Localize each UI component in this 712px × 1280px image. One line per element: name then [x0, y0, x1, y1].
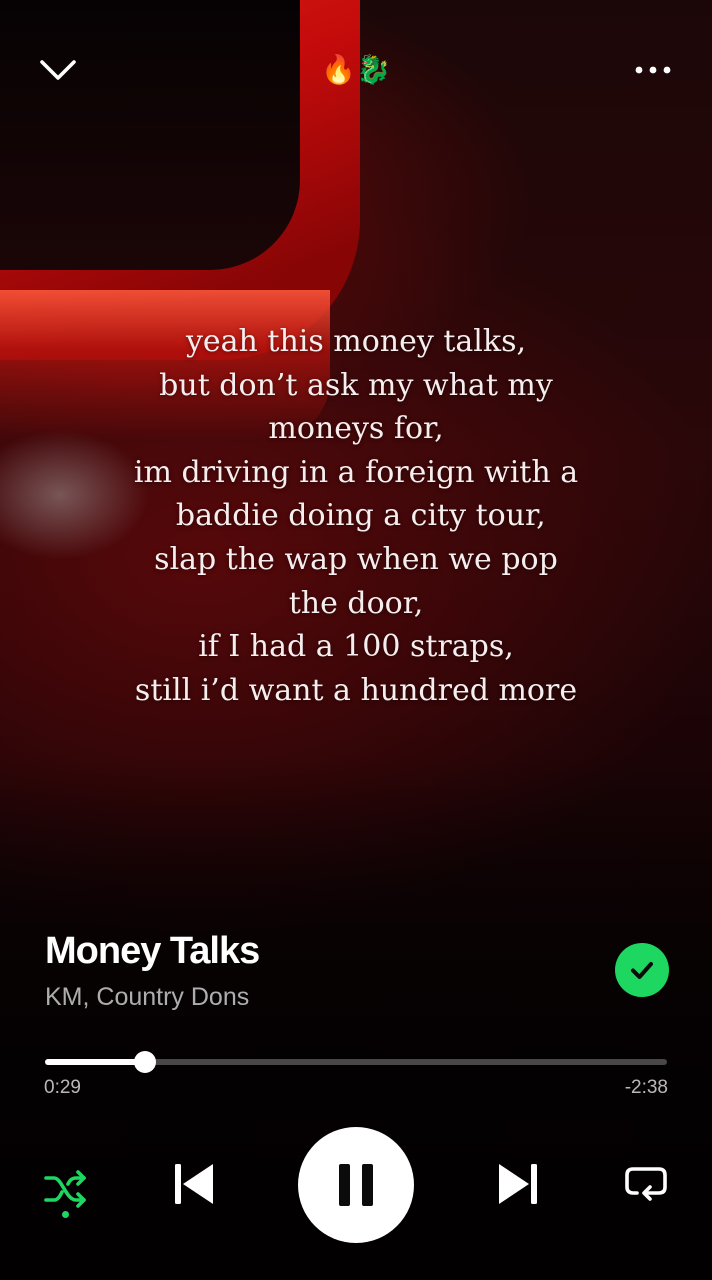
progress-knob[interactable] [133, 1051, 156, 1073]
now-playing-screen: 🔥🐉 yeah this money talks, but don’t ask … [0, 0, 712, 1280]
playback-controls [0, 1125, 712, 1245]
track-title[interactable]: Money Talks [45, 928, 585, 974]
skip-back-icon [175, 1164, 213, 1204]
check-icon [631, 962, 653, 979]
pause-icon [339, 1164, 373, 1206]
skip-forward-icon [499, 1164, 537, 1204]
more-options-button[interactable] [630, 52, 680, 88]
lyric-line: still i’d want a hundred more [134, 672, 578, 708]
liked-button[interactable] [615, 943, 669, 997]
time-elapsed: 0:29 [44, 1077, 81, 1098]
lyric-line: im driving in a foreign with a [133, 454, 579, 490]
repeat-button[interactable] [618, 1159, 674, 1209]
collapse-button[interactable] [34, 50, 82, 90]
more-horizontal-icon [635, 66, 671, 74]
lyric-line: if I had a 100 straps, [198, 629, 514, 665]
lyrics-overlay: yeah this money talks, but don’t ask my … [60, 320, 652, 712]
lyric-line: yeah this money talks, [185, 324, 527, 359]
track-info: Money Talks KM, Country Dons [45, 928, 585, 1014]
pause-button[interactable] [298, 1127, 414, 1243]
time-remaining: -2:38 [624, 1077, 668, 1098]
lyric-line: but don’t ask my what my [159, 367, 553, 403]
shuffle-icon [44, 1170, 86, 1208]
lyric-line: the door, [288, 585, 424, 621]
lyric-line: moneys for, [268, 411, 444, 447]
shuffle-active-dot [62, 1211, 69, 1218]
progress-fill [45, 1059, 145, 1065]
top-bar: 🔥🐉 [0, 40, 712, 100]
lyric-line: baddie doing a city tour, [166, 498, 546, 534]
repeat-icon [625, 1167, 667, 1201]
lyric-line: slap the wap when we pop [154, 541, 558, 577]
progress-bar[interactable] [45, 1051, 667, 1073]
context-title: 🔥🐉 [321, 54, 391, 85]
track-artist[interactable]: KM, Country Dons [45, 980, 585, 1014]
previous-button[interactable] [166, 1157, 220, 1211]
chevron-down-icon [40, 60, 76, 80]
shuffle-button[interactable] [38, 1161, 94, 1217]
next-button[interactable] [492, 1157, 546, 1211]
